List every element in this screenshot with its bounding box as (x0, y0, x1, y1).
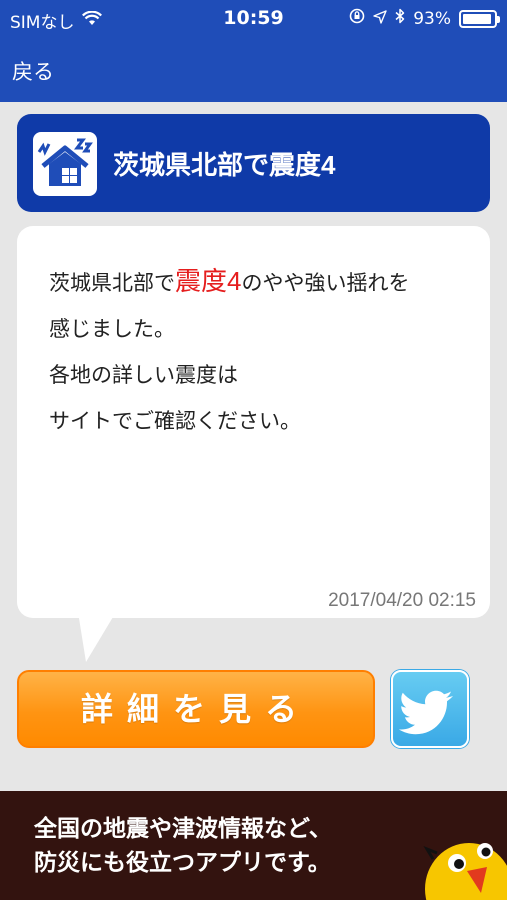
alert-message: 茨城県北部で震度4のやや強い揺れを 感じました。 各地の詳しい震度は サイトでご… (49, 258, 469, 445)
message-prefix: 茨城県北部で (49, 272, 175, 295)
nav-bar: 戻る (0, 36, 507, 102)
message-line-4: サイトでご確認ください。 (49, 410, 301, 433)
status-bar: SIMなし 10:59 93% (0, 0, 507, 36)
banner-line-1: 全国の地震や津波情報など、 (34, 815, 332, 841)
bluetooth-icon (395, 8, 405, 29)
alert-title: 茨城県北部で震度4 (113, 150, 336, 180)
twitter-share-button[interactable] (391, 670, 469, 748)
battery-percent: 93% (413, 8, 451, 29)
status-right: 93% (349, 8, 500, 29)
yellow-bird-mascot-icon (407, 831, 507, 900)
twitter-bird-icon (393, 690, 467, 750)
banner-line-2: 防災にも役立つアプリです。 (34, 849, 331, 875)
battery-level (463, 13, 491, 24)
alert-timestamp: 2017/04/20 02:15 (328, 590, 476, 611)
view-details-button[interactable]: 詳細を見る (17, 670, 375, 748)
battery-icon (459, 9, 500, 28)
bubble-tail (78, 612, 116, 662)
location-icon (373, 9, 387, 29)
orientation-lock-icon (349, 8, 365, 29)
earthquake-house-icon (33, 132, 97, 196)
back-button[interactable]: 戻る (12, 56, 54, 86)
message-line-1: 茨城県北部で震度4のやや強い揺れを (49, 258, 469, 307)
message-line-3: 各地の詳しい震度は (49, 364, 238, 387)
message-line-2: 感じました。 (49, 318, 175, 341)
intensity-highlight: 震度4 (175, 266, 242, 296)
promo-banner[interactable]: 全国の地震や津波情報など、 防災にも役立つアプリです。 (0, 791, 507, 900)
banner-text: 全国の地震や津波情報など、 防災にも役立つアプリです。 (34, 811, 332, 879)
message-suffix: のやや強い揺れを (241, 272, 410, 295)
message-bubble: 茨城県北部で震度4のやや強い揺れを 感じました。 各地の詳しい震度は サイトでご… (17, 226, 490, 618)
alert-title-card: 茨城県北部で震度4 (17, 114, 490, 212)
